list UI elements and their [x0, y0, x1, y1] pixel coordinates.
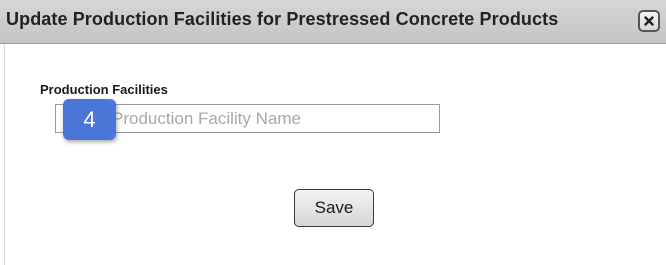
close-icon [644, 16, 654, 26]
step-number-badge: 4 [63, 99, 116, 140]
dialog-title: Update Production Facilities for Prestre… [6, 9, 559, 29]
save-button[interactable]: Save [294, 189, 374, 227]
close-button[interactable] [638, 10, 660, 32]
production-facilities-label: Production Facilities [40, 82, 168, 97]
update-production-facilities-dialog: Update Production Facilities for Prestre… [0, 0, 666, 265]
dialog-titlebar: Update Production Facilities for Prestre… [0, 0, 666, 44]
dialog-left-border [4, 44, 5, 265]
